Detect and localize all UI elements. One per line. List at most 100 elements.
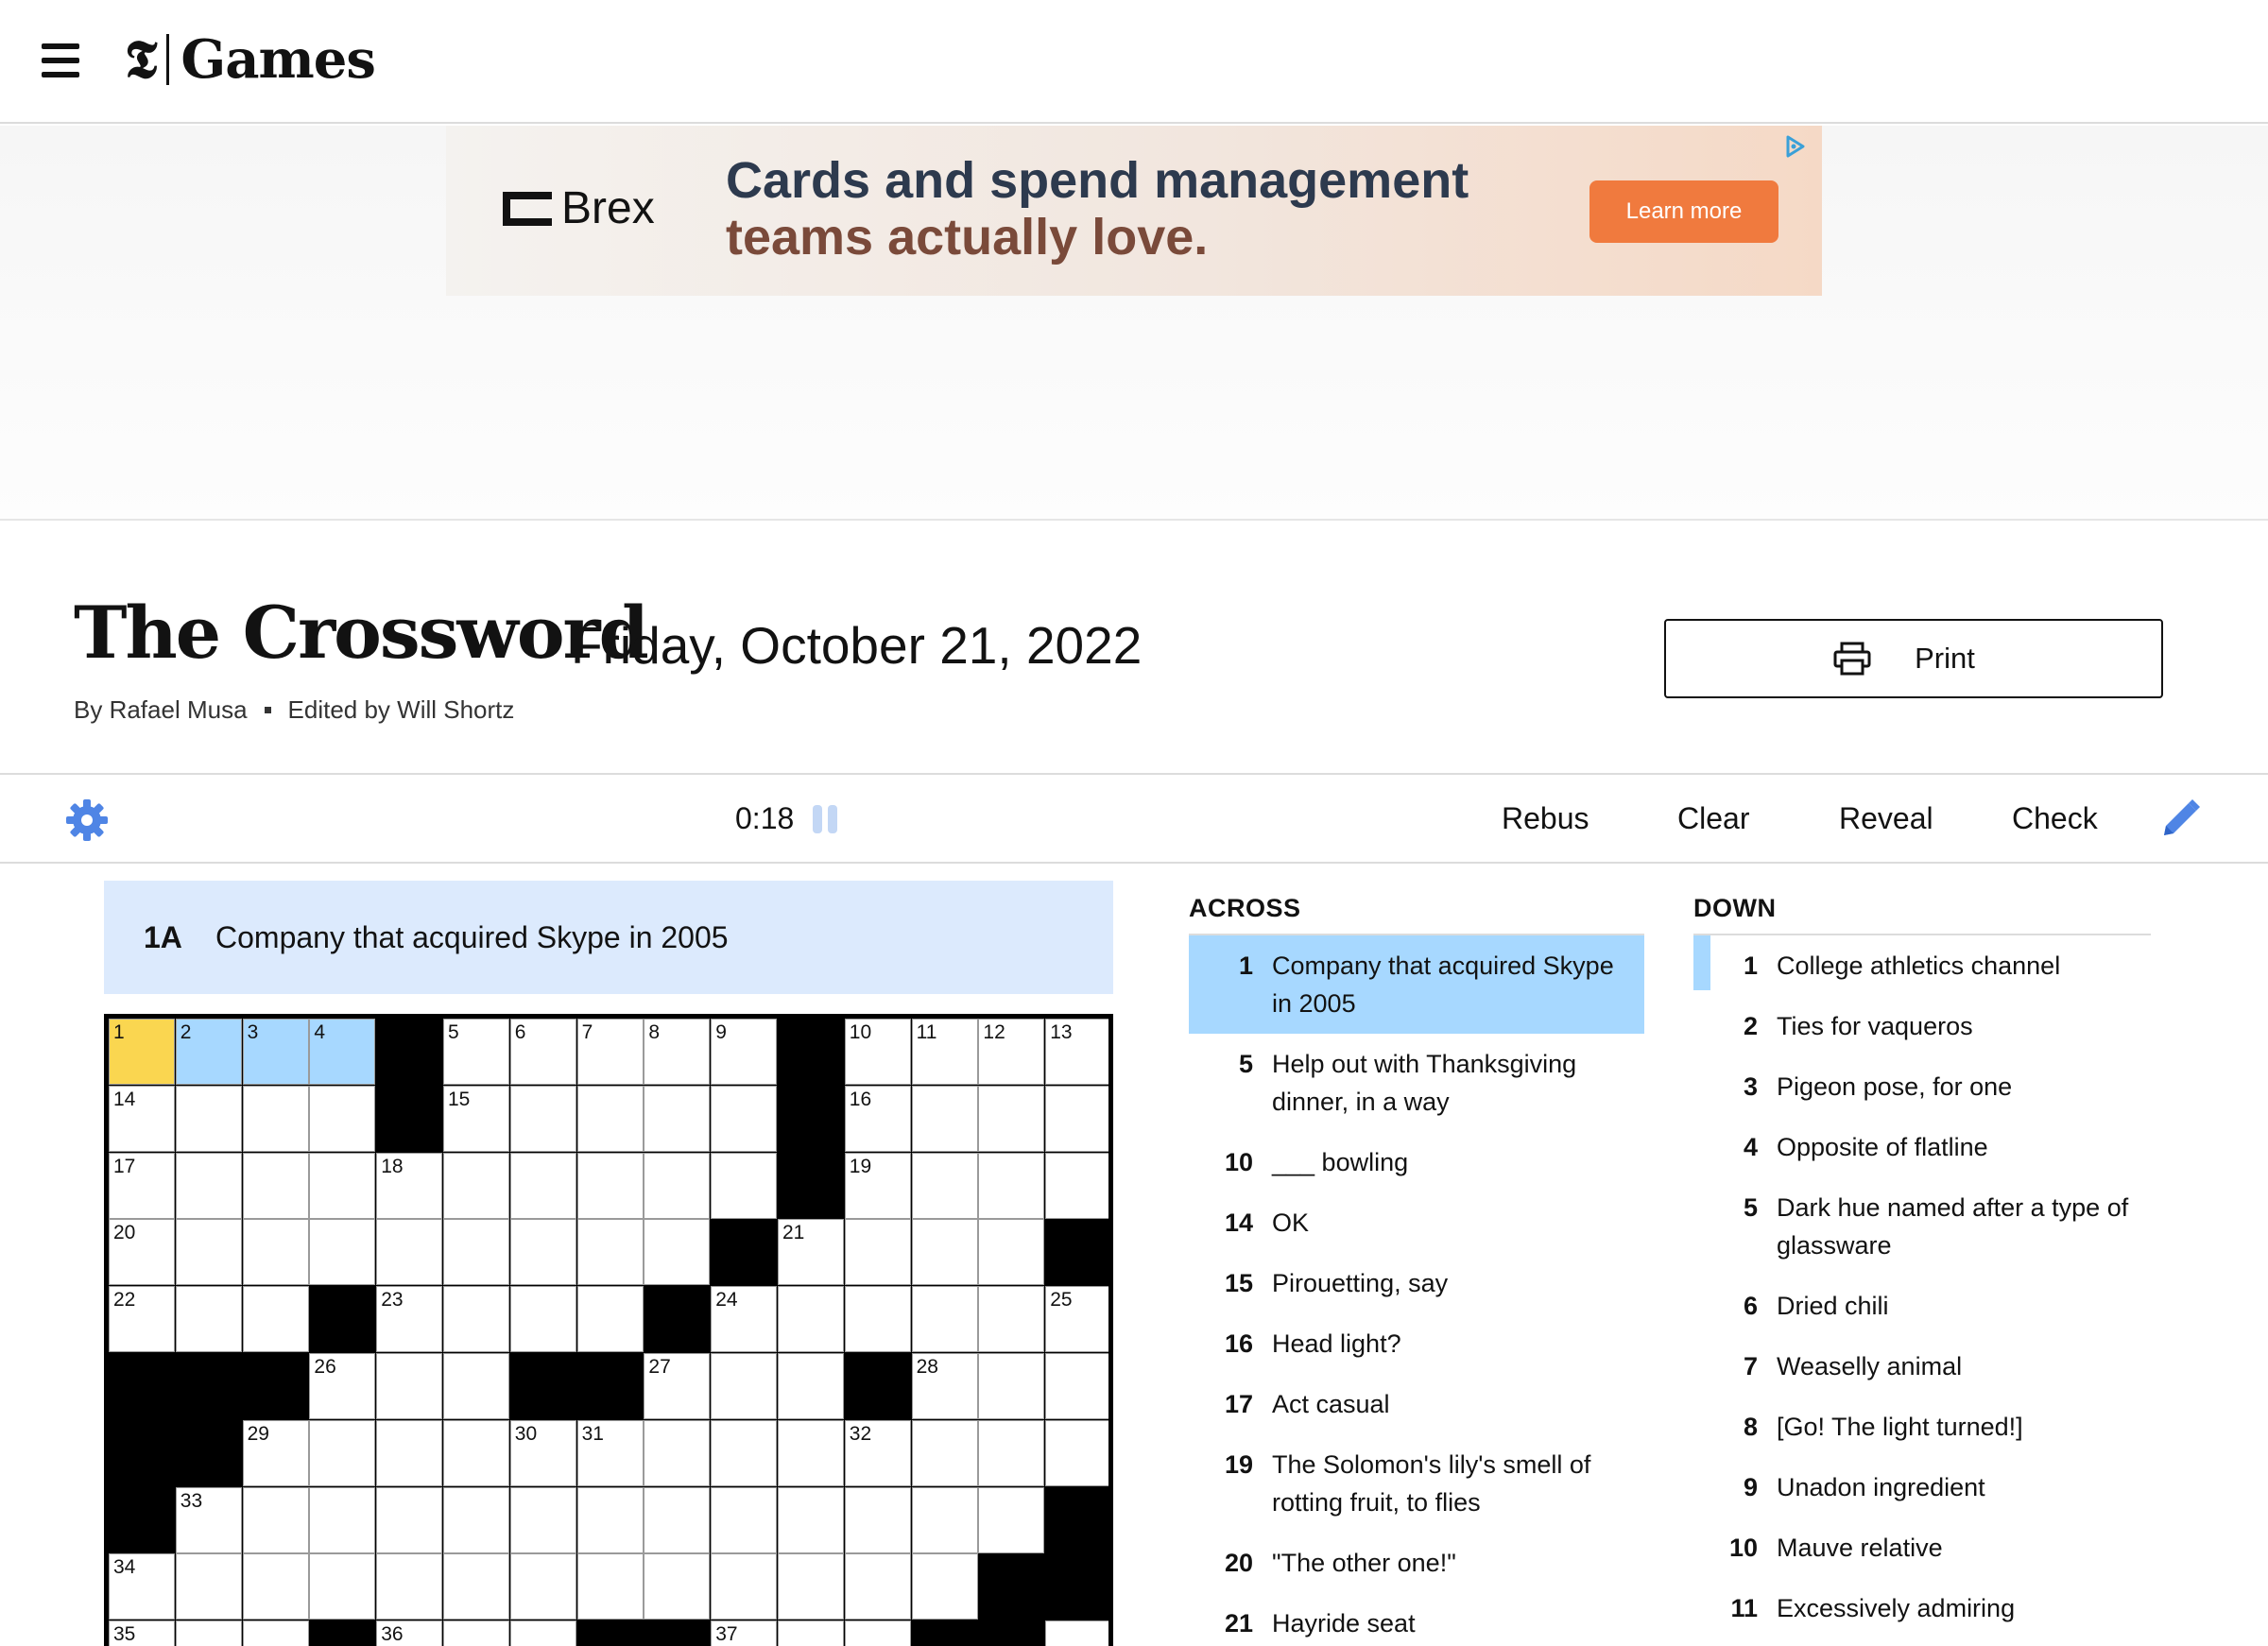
ad-choices-icon[interactable] xyxy=(1782,133,1809,160)
grid-cell[interactable] xyxy=(242,1085,309,1152)
grid-cell[interactable] xyxy=(309,1085,376,1152)
print-button[interactable]: Print xyxy=(1664,619,2163,698)
grid-cell[interactable] xyxy=(443,1553,509,1620)
ad-learn-more-button[interactable]: Learn more xyxy=(1589,180,1778,243)
grid-cell[interactable] xyxy=(175,1620,242,1646)
down-clue-item[interactable]: 6 Dried chili xyxy=(1693,1276,2151,1336)
grid-cell[interactable] xyxy=(242,1219,309,1286)
grid-cell[interactable] xyxy=(978,1286,1045,1353)
grid-cell[interactable] xyxy=(443,1620,509,1646)
grid-cell[interactable]: 2 xyxy=(175,1019,242,1085)
grid-cell[interactable] xyxy=(644,1085,711,1152)
clear-menu-button[interactable]: Clear xyxy=(1677,801,1749,836)
grid-cell[interactable] xyxy=(778,1286,844,1353)
grid-cell[interactable] xyxy=(443,1419,509,1486)
across-clue-item[interactable]: 16 Head light? xyxy=(1189,1313,1644,1374)
grid-cell[interactable] xyxy=(576,1286,644,1353)
grid-cell[interactable] xyxy=(978,1353,1045,1419)
grid-cell[interactable] xyxy=(911,1152,978,1219)
down-clue-item[interactable]: 10 Mauve relative xyxy=(1693,1517,2151,1578)
grid-cell[interactable] xyxy=(711,1152,778,1219)
grid-cell[interactable] xyxy=(911,1085,978,1152)
grid-cell[interactable]: 18 xyxy=(376,1152,443,1219)
grid-cell[interactable] xyxy=(175,1553,242,1620)
brex-ad-banner[interactable]: Brex Cards and spend management teams ac… xyxy=(446,126,1822,296)
grid-cell[interactable]: 12 xyxy=(978,1019,1045,1085)
grid-cell[interactable]: 3 xyxy=(242,1019,309,1085)
grid-cell[interactable]: 20 xyxy=(109,1219,175,1286)
grid-cell[interactable]: 32 xyxy=(844,1419,911,1486)
grid-cell[interactable] xyxy=(644,1553,711,1620)
grid-cell[interactable] xyxy=(443,1152,509,1219)
grid-cell[interactable]: 19 xyxy=(844,1152,911,1219)
down-clue-item[interactable]: 9 Unadon ingredient xyxy=(1693,1457,2151,1517)
grid-cell[interactable] xyxy=(509,1553,576,1620)
down-clue-item[interactable]: 12"That's all. Goodbye" xyxy=(1693,1638,2151,1646)
grid-cell[interactable] xyxy=(376,1219,443,1286)
grid-cell[interactable] xyxy=(911,1419,978,1486)
grid-cell[interactable] xyxy=(309,1486,376,1553)
grid-cell[interactable]: 31 xyxy=(576,1419,644,1486)
grid-cell[interactable] xyxy=(242,1286,309,1353)
grid-cell[interactable]: 11 xyxy=(911,1019,978,1085)
grid-cell[interactable] xyxy=(1045,1353,1108,1419)
grid-cell[interactable] xyxy=(844,1553,911,1620)
grid-cell[interactable] xyxy=(509,1620,576,1646)
across-clue-item[interactable]: 15 Pirouetting, say xyxy=(1189,1253,1644,1313)
grid-cell[interactable]: 27 xyxy=(644,1353,711,1419)
down-clue-item[interactable]: 5 Dark hue named after a type of glasswar… xyxy=(1693,1177,2151,1276)
grid-cell[interactable]: 14 xyxy=(109,1085,175,1152)
grid-cell[interactable] xyxy=(644,1219,711,1286)
grid-cell[interactable]: 10 xyxy=(844,1019,911,1085)
grid-cell[interactable] xyxy=(309,1219,376,1286)
across-clue-item[interactable]: 20 "The other one!" xyxy=(1189,1533,1644,1593)
grid-cell[interactable]: 34 xyxy=(109,1553,175,1620)
grid-cell[interactable] xyxy=(242,1486,309,1553)
grid-cell[interactable] xyxy=(844,1486,911,1553)
grid-cell[interactable]: 5 xyxy=(443,1019,509,1085)
grid-cell[interactable] xyxy=(778,1620,844,1646)
grid-cell[interactable] xyxy=(1045,1620,1108,1646)
grid-cell[interactable] xyxy=(844,1219,911,1286)
grid-cell[interactable] xyxy=(509,1486,576,1553)
pencil-mode-icon[interactable] xyxy=(2156,796,2204,843)
grid-cell[interactable]: 9 xyxy=(711,1019,778,1085)
down-clue-item[interactable]: 11 Excessively admiring xyxy=(1693,1578,2151,1638)
grid-cell[interactable]: 7 xyxy=(576,1019,644,1085)
grid-cell[interactable] xyxy=(376,1553,443,1620)
grid-cell[interactable]: 13 xyxy=(1045,1019,1108,1085)
grid-cell[interactable] xyxy=(175,1286,242,1353)
across-clue-item[interactable]: 10 ___ bowling xyxy=(1189,1132,1644,1192)
grid-cell[interactable] xyxy=(376,1419,443,1486)
grid-cell[interactable] xyxy=(576,1486,644,1553)
grid-cell[interactable] xyxy=(443,1286,509,1353)
grid-cell[interactable]: 1 xyxy=(109,1019,175,1085)
grid-cell[interactable] xyxy=(778,1486,844,1553)
grid-cell[interactable]: 4 xyxy=(309,1019,376,1085)
grid-cell[interactable] xyxy=(711,1419,778,1486)
grid-cell[interactable] xyxy=(175,1219,242,1286)
grid-cell[interactable] xyxy=(711,1486,778,1553)
grid-cell[interactable] xyxy=(509,1152,576,1219)
grid-cell[interactable] xyxy=(978,1152,1045,1219)
grid-cell[interactable]: 36 xyxy=(376,1620,443,1646)
grid-cell[interactable] xyxy=(711,1353,778,1419)
grid-cell[interactable]: 30 xyxy=(509,1419,576,1486)
pause-icon[interactable] xyxy=(813,805,839,833)
grid-cell[interactable]: 35 xyxy=(109,1620,175,1646)
grid-cell[interactable]: 16 xyxy=(844,1085,911,1152)
grid-cell[interactable] xyxy=(644,1152,711,1219)
rebus-button[interactable]: Rebus xyxy=(1502,801,1589,836)
grid-cell[interactable]: 23 xyxy=(376,1286,443,1353)
grid-cell[interactable]: 37 xyxy=(711,1620,778,1646)
down-clue-item[interactable]: 8 [Go! The light turned!] xyxy=(1693,1397,2151,1457)
settings-gear-icon[interactable] xyxy=(64,797,110,843)
across-clue-item[interactable]: 17 Act casual xyxy=(1189,1374,1644,1434)
grid-cell[interactable] xyxy=(509,1219,576,1286)
grid-cell[interactable] xyxy=(711,1085,778,1152)
grid-cell[interactable] xyxy=(978,1486,1045,1553)
grid-cell[interactable]: 26 xyxy=(309,1353,376,1419)
nyt-games-logo[interactable]: 𝕿 Games xyxy=(125,26,376,93)
grid-cell[interactable] xyxy=(978,1219,1045,1286)
check-menu-button[interactable]: Check xyxy=(2012,801,2098,836)
